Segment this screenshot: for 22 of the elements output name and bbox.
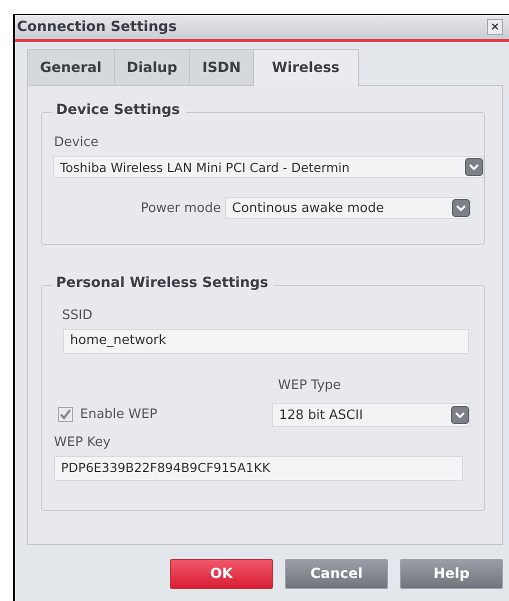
field-label: WEP Type <box>278 378 342 393</box>
dialog-button[interactable]: Cancel <box>285 559 388 589</box>
tab[interactable]: Dialup <box>114 49 190 85</box>
window-title: Connection Settings <box>17 19 177 35</box>
wep-type-dropdown[interactable]: 128 bit ASCII <box>272 403 470 427</box>
field-label: WEP Key <box>54 435 112 450</box>
checkbox[interactable] <box>58 407 73 422</box>
tab[interactable]: Wireless <box>252 49 359 86</box>
wep-key-field[interactable]: PDP6E339B22F894B9CF915A1KK <box>54 456 463 481</box>
field-label: Device <box>54 135 100 150</box>
tab[interactable]: General <box>27 49 115 85</box>
ok-button[interactable]: OK <box>170 559 273 589</box>
device-dropdown[interactable]: Toshiba Wireless LAN Mini PCI Card - Determin <box>53 156 484 178</box>
tab[interactable]: ISDN <box>189 49 254 85</box>
group-title: Device Settings <box>52 102 186 118</box>
close-button[interactable]: × <box>487 19 503 35</box>
field-label: Power mode <box>140 200 221 216</box>
checkbox-label[interactable]: Enable WEP <box>80 407 158 422</box>
ssid-field[interactable]: home_network <box>63 329 469 354</box>
group-title: Personal Wireless Settings <box>52 275 274 291</box>
power-mode-dropdown[interactable]: Continous awake mode <box>225 197 471 219</box>
field-label: SSID <box>62 308 94 323</box>
